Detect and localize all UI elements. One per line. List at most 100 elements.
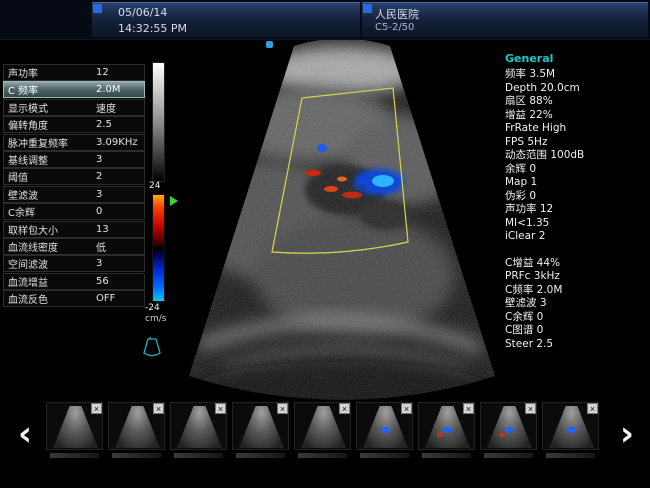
info-line: MI<1.35 [505, 217, 647, 231]
thumbnail[interactable]: × [170, 402, 227, 458]
param-value: 0 [96, 206, 102, 217]
thumbnail-close-button[interactable]: × [463, 403, 474, 414]
param-value: OFF [96, 293, 115, 304]
header-bar: 05/06/14 14:32:55 PM 人民医院 C5-2/50 [0, 0, 650, 40]
doppler-dot-icon [381, 427, 390, 433]
thumbnail[interactable]: × [542, 402, 599, 458]
next-thumbnails-button[interactable]: › [616, 412, 638, 456]
thumbnail-caption [112, 453, 161, 458]
doppler-dot-icon [443, 427, 452, 433]
param-row[interactable]: 空间滤波 3 [3, 255, 145, 272]
info-line: PRFc 3kHz [505, 270, 647, 284]
param-row-selected[interactable]: C 频率 2.0M [3, 81, 145, 98]
thumbnail-close-button[interactable]: × [339, 403, 350, 414]
param-value: 速度 [96, 100, 116, 115]
info-line: FrRate High [505, 122, 647, 136]
info-line: Map 1 [505, 176, 647, 190]
thumbnail-image[interactable]: × [46, 402, 103, 450]
info-section-title: General [505, 52, 647, 65]
param-value: 2.5 [96, 119, 112, 130]
param-value: 3.09KHz [96, 137, 138, 148]
thumbnail-caption [422, 453, 471, 458]
doppler-dot-icon [499, 433, 505, 437]
thumbnail-caption [360, 453, 409, 458]
param-value: 13 [96, 224, 109, 235]
thumbnail-image[interactable]: × [108, 402, 165, 450]
param-label: 血流反色 [4, 291, 48, 306]
param-row[interactable]: 脉冲重复频率 3.09KHz [3, 134, 145, 151]
info-line: 伪彩 0 [505, 190, 647, 204]
info-line: 扇区 88% [505, 95, 647, 109]
param-row[interactable]: 显示模式速度 [3, 99, 145, 116]
param-row[interactable]: 取样包大小 13 [3, 221, 145, 238]
param-value: 3 [96, 258, 102, 269]
probe-model: C5-2/50 [375, 22, 414, 33]
thumbnail-image[interactable]: × [356, 402, 413, 450]
param-row[interactable]: 血流增益 56 [3, 273, 145, 290]
param-label: C 频率 [4, 82, 38, 97]
param-row[interactable]: 血流线密度低 [3, 238, 145, 255]
thumbnail[interactable]: × [418, 402, 475, 458]
image-info-panel: General 频率 3.5M Depth 20.0cm 扇区 88% 增益 2… [505, 52, 647, 351]
color-velocity-bar [152, 194, 165, 302]
thumbnail-caption [174, 453, 223, 458]
thumbnail-close-button[interactable]: × [277, 403, 288, 414]
thumbnail[interactable]: × [480, 402, 537, 458]
param-row[interactable]: 血流反色 OFF [3, 290, 145, 307]
parameter-list: 声功率12 C 频率 2.0M 显示模式速度 偏转角度 2.5 脉冲重复频率 3.09… [3, 64, 145, 307]
header-hospital-panel: 人民医院 C5-2/50 [362, 2, 648, 37]
info-line: C增益 44% [505, 257, 647, 271]
info-line: C频率 2.0M [505, 284, 647, 298]
info-line: C余辉 0 [505, 311, 647, 325]
thumbnail-caption [298, 453, 347, 458]
doppler-dot-icon [567, 427, 576, 433]
thumbnail[interactable]: × [294, 402, 351, 458]
thumbnail-image[interactable]: × [294, 402, 351, 450]
thumbnail-close-button[interactable]: × [91, 403, 102, 414]
velocity-min-label: -24 [145, 303, 160, 313]
thumbnail-close-button[interactable]: × [401, 403, 412, 414]
param-label: 脉冲重复频率 [4, 135, 68, 150]
doppler-dot-icon [505, 427, 514, 433]
param-label: 声功率 [4, 65, 38, 80]
param-row[interactable]: C余辉0 [3, 203, 145, 220]
thumbnail-image[interactable]: × [170, 402, 227, 450]
thumbnail-close-button[interactable]: × [153, 403, 164, 414]
date-text: 05/06/14 [118, 6, 167, 19]
velocity-unit-label: cm/s [145, 314, 166, 324]
hospital-name: 人民医院 [375, 6, 419, 22]
param-row[interactable]: 阈值2 [3, 168, 145, 185]
param-row[interactable]: 声功率12 [3, 64, 145, 81]
info-line: 声功率 12 [505, 203, 647, 217]
param-row[interactable]: 基线调整3 [3, 151, 145, 168]
thumbnail-image[interactable]: × [232, 402, 289, 450]
param-label: 壁滤波 [4, 187, 38, 202]
thumbnail[interactable]: × [46, 402, 103, 458]
info-line: C图谱 0 [505, 324, 647, 338]
thumbnail-close-button[interactable]: × [215, 403, 226, 414]
param-label: 取样包大小 [4, 222, 58, 237]
thumbnail-close-button[interactable]: × [525, 403, 536, 414]
info-line: 增益 22% [505, 109, 647, 123]
param-label: 血流增益 [4, 274, 48, 289]
header-datetime-panel: 05/06/14 14:32:55 PM [92, 2, 360, 37]
thumbnail-image[interactable]: × [480, 402, 537, 450]
param-label: 血流线密度 [4, 239, 58, 254]
thumbnail-image[interactable]: × [542, 402, 599, 450]
thumbnail-caption [236, 453, 285, 458]
ultrasound-screen: 05/06/14 14:32:55 PM 人民医院 C5-2/50 声功率12 … [0, 0, 650, 488]
time-text: 14:32:55 PM [118, 22, 187, 35]
prev-thumbnails-button[interactable]: ‹ [14, 412, 36, 456]
thumbnail-image[interactable]: × [418, 402, 475, 450]
param-label: 空间滤波 [4, 256, 48, 271]
param-value: 2.0M [96, 84, 121, 95]
thumbnail[interactable]: × [232, 402, 289, 458]
param-row[interactable]: 壁滤波3 [3, 186, 145, 203]
thumbnail-close-button[interactable]: × [587, 403, 598, 414]
param-value: 3 [96, 154, 102, 165]
thumbnail[interactable]: × [356, 402, 413, 458]
param-value: 56 [96, 276, 109, 287]
param-row[interactable]: 偏转角度 2.5 [3, 116, 145, 133]
param-label: 偏转角度 [4, 117, 48, 132]
thumbnail[interactable]: × [108, 402, 165, 458]
